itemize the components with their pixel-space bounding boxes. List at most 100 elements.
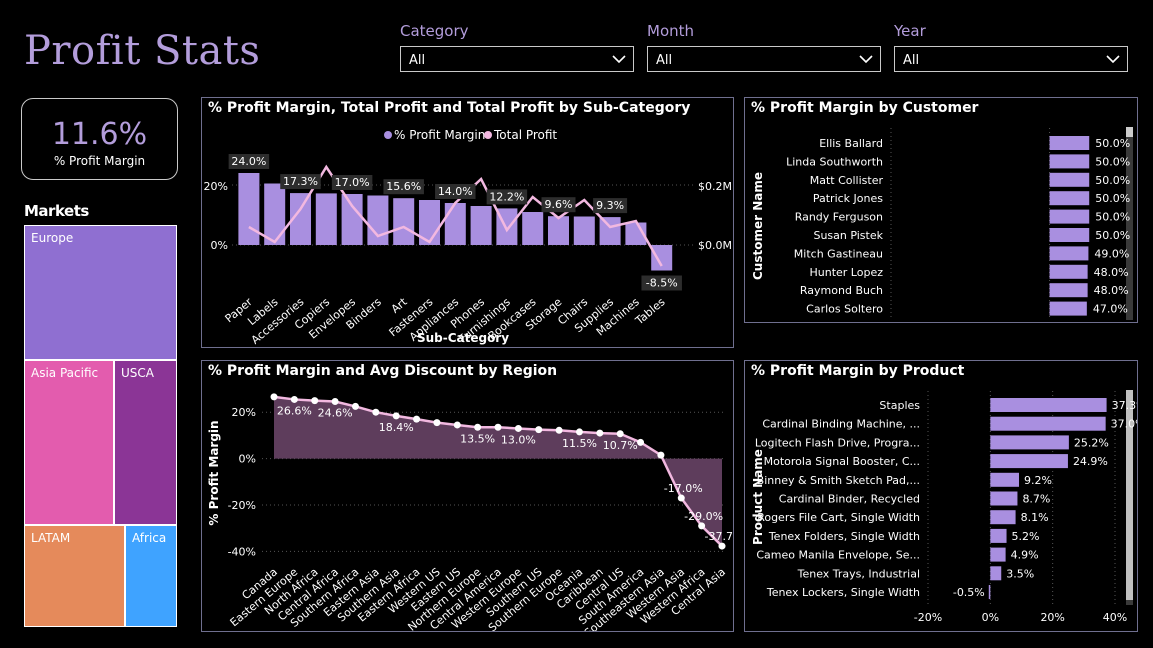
- legend-margin-label: % Profit Margin: [394, 128, 485, 142]
- scrollbar-thumb[interactable]: [1126, 127, 1133, 137]
- kpi-caption: % Profit Margin: [53, 154, 146, 168]
- category-slicer[interactable]: Category All: [400, 22, 634, 72]
- data-label: 8.1%: [1021, 511, 1049, 524]
- data-label: 9.2%: [1024, 474, 1052, 487]
- data-label: 25.2%: [1074, 436, 1109, 449]
- data-label: 26.6%: [277, 404, 312, 417]
- data-label: 9.6%: [545, 198, 573, 211]
- category-label: Randy Ferguson: [795, 211, 883, 224]
- category-label: Susan Pistek: [813, 229, 883, 242]
- data-point: [392, 412, 400, 420]
- category-dropdown[interactable]: All: [400, 46, 634, 72]
- y-tick-left: 0%: [211, 239, 228, 252]
- chevron-down-icon: [612, 55, 626, 64]
- chevron-down-icon: [859, 55, 873, 64]
- bar: [990, 435, 1069, 450]
- year-dropdown[interactable]: All: [894, 46, 1128, 72]
- treemap-tile-usca[interactable]: USCA: [114, 360, 177, 525]
- data-label: 50.0%: [1095, 155, 1130, 168]
- bar-labels: [264, 183, 286, 245]
- category-label: Cardinal Binding Machine, ...: [762, 418, 920, 431]
- bar: [1049, 301, 1087, 316]
- category-label: Rogers File Cart, Single Width: [757, 511, 920, 524]
- tile-label: Asia Pacific: [31, 366, 99, 380]
- slicer-value: All: [656, 53, 673, 68]
- bar-phones: [470, 206, 492, 245]
- bar: [1049, 228, 1090, 242]
- data-point: [311, 397, 319, 405]
- data-label: -29.0%: [684, 510, 723, 523]
- category-label: Mitch Gastineau: [794, 247, 883, 260]
- page-title: Profit Stats: [24, 28, 261, 74]
- data-label: 9.3%: [596, 199, 624, 212]
- y-tick-label: 20%: [232, 406, 256, 419]
- treemap-tile-europe[interactable]: Europe: [24, 225, 177, 360]
- data-point: [555, 426, 563, 434]
- data-label: 24.6%: [318, 407, 353, 420]
- slicer-label: Category: [400, 22, 469, 40]
- bar: [1049, 209, 1090, 224]
- subcategory-chart: % Profit Margin Total Profit Sub-Categor…: [204, 128, 732, 347]
- x-tick-label: 20%: [1040, 611, 1064, 624]
- data-label: 15.6%: [386, 180, 421, 193]
- month-slicer[interactable]: Month All: [647, 22, 881, 72]
- bar: [1049, 172, 1090, 187]
- data-point: [575, 428, 583, 436]
- region-chart: % Profit Margin 20% 0% -20% -40% 26.6% 24.6% 1…: [207, 393, 733, 631]
- subcategory-chart-panel[interactable]: % Profit Margin, Total Profit and Total …: [201, 97, 734, 348]
- bar: [1049, 283, 1088, 298]
- category-label: Raymond Buch: [800, 284, 883, 297]
- data-label: 14.0%: [438, 185, 473, 198]
- region-chart-panel[interactable]: % Profit Margin and Avg Discount by Regi…: [201, 360, 734, 632]
- x-tick-label: -20%: [914, 611, 942, 624]
- data-label: 49.0%: [1094, 247, 1129, 260]
- bar: [990, 566, 1002, 581]
- treemap-tile-latam[interactable]: LATAM: [24, 525, 125, 627]
- bar: [990, 547, 1006, 562]
- treemap-tile-africa[interactable]: Africa: [125, 525, 177, 627]
- category-label: Cardinal Binder, Recycled: [779, 493, 920, 506]
- data-label: -37.7%: [705, 530, 733, 543]
- month-dropdown[interactable]: All: [647, 46, 881, 72]
- data-point: [616, 430, 624, 438]
- x-tick-label: Tables: [632, 295, 668, 328]
- category-label: Staples: [879, 399, 920, 412]
- customer-chart-panel[interactable]: % Profit Margin by Customer Customer Nam…: [744, 97, 1138, 323]
- data-label: 13.5%: [460, 432, 495, 445]
- data-point: [413, 415, 421, 423]
- category-label: Tenex Trays, Industrial: [797, 567, 920, 580]
- data-label: 50.0%: [1095, 174, 1130, 187]
- data-label: 10.7%: [603, 439, 638, 452]
- product-chart-panel[interactable]: % Profit Margin by Product Product Name …: [744, 360, 1138, 632]
- y-axis-title: Customer Name: [751, 172, 765, 280]
- data-point: [453, 421, 461, 429]
- legend-profit-label: Total Profit: [493, 128, 557, 142]
- data-label: 17.0%: [335, 176, 370, 189]
- data-label: 47.0%: [1093, 303, 1128, 316]
- data-label: 24.9%: [1073, 455, 1108, 468]
- data-point: [677, 494, 685, 502]
- data-label: -0.5%: [953, 586, 985, 599]
- y-tick-label: -40%: [228, 545, 256, 558]
- tile-label: Europe: [31, 231, 74, 245]
- tile-label: Africa: [132, 531, 167, 545]
- bar-storage: [548, 216, 569, 245]
- bar-bookcases: [522, 212, 544, 245]
- data-point: [637, 438, 645, 446]
- product-chart: Product Name -20%0%20%40%Staples37.3%Car…: [751, 390, 1137, 624]
- bar: [1049, 154, 1090, 169]
- category-label: Matt Collister: [810, 174, 884, 187]
- tile-label: LATAM: [31, 531, 71, 545]
- category-label: Carlos Soltero: [806, 303, 883, 316]
- bar-envelopes: [341, 194, 363, 245]
- bar-chairs: [573, 216, 595, 245]
- data-label: 11.5%: [562, 437, 597, 450]
- y-tick-right: $0.2M: [698, 180, 732, 193]
- data-label: 48.0%: [1094, 284, 1129, 297]
- treemap-tile-asia-pacific[interactable]: Asia Pacific: [24, 360, 114, 525]
- year-slicer[interactable]: Year All: [894, 22, 1128, 72]
- chevron-down-icon: [1106, 55, 1120, 64]
- markets-title: Markets: [24, 202, 89, 220]
- bar: [1049, 136, 1090, 150]
- data-point: [474, 423, 482, 431]
